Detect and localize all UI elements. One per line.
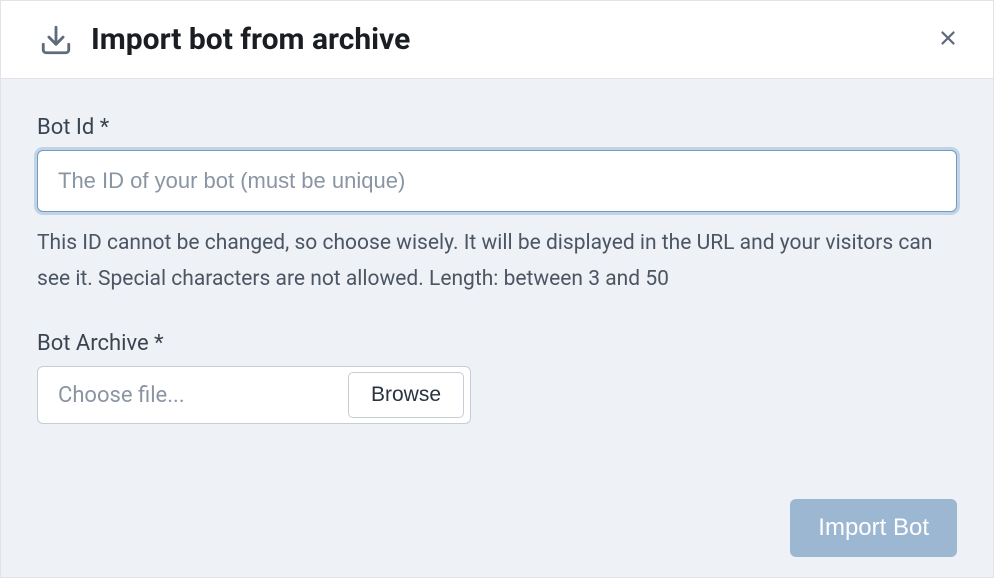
close-icon — [937, 27, 959, 52]
close-button[interactable] — [931, 21, 965, 58]
file-placeholder: Choose file... — [38, 383, 348, 408]
modal-header: Import bot from archive — [1, 1, 993, 79]
file-picker[interactable]: Choose file... Browse — [37, 366, 471, 424]
import-icon — [39, 23, 73, 57]
bot-id-label: Bot Id * — [37, 115, 957, 140]
bot-id-help: This ID cannot be changed, so choose wis… — [37, 226, 957, 297]
import-bot-modal: Import bot from archive Bot Id * This ID… — [0, 0, 994, 578]
bot-archive-label: Bot Archive * — [37, 331, 957, 356]
modal-title: Import bot from archive — [91, 22, 410, 57]
modal-footer: Import Bot — [37, 479, 957, 557]
header-left: Import bot from archive — [39, 22, 410, 57]
import-bot-button[interactable]: Import Bot — [790, 499, 957, 557]
browse-button[interactable]: Browse — [348, 372, 464, 418]
bot-id-group: Bot Id * This ID cannot be changed, so c… — [37, 115, 957, 297]
bot-archive-group: Bot Archive * Choose file... Browse — [37, 331, 957, 424]
bot-id-input[interactable] — [37, 150, 957, 212]
modal-body: Bot Id * This ID cannot be changed, so c… — [1, 79, 993, 577]
